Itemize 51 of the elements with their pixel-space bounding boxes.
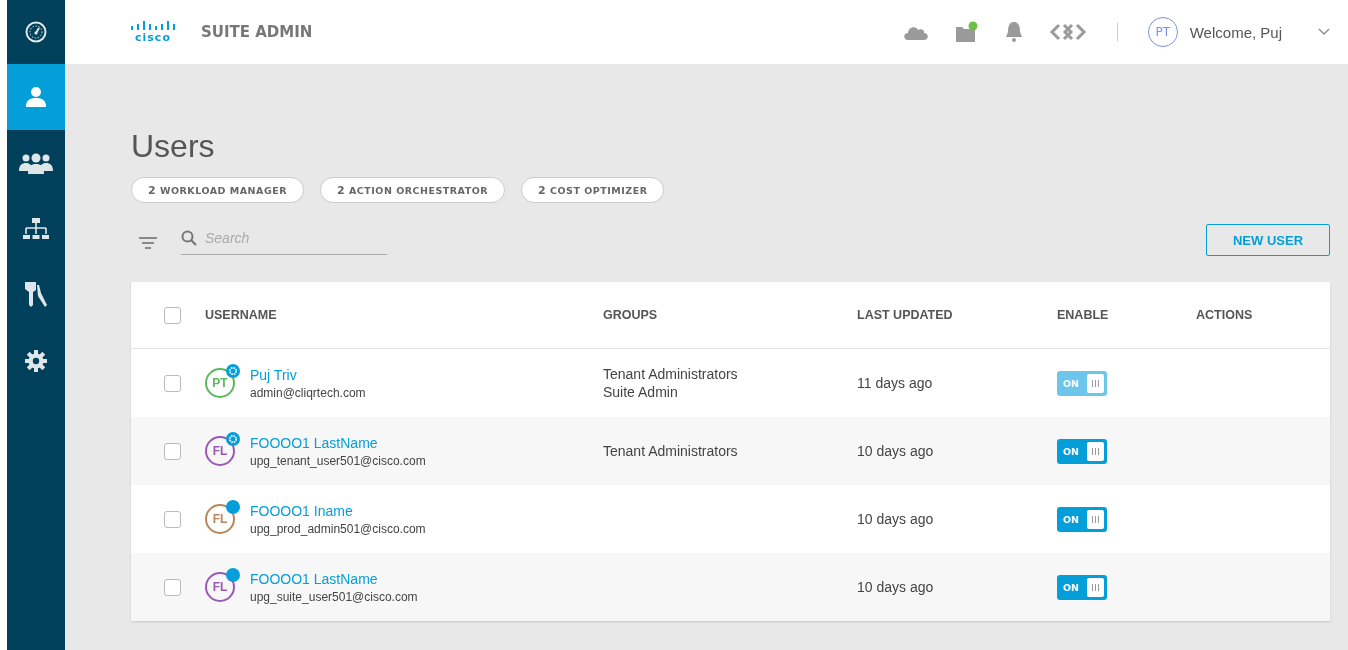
chevron-down-icon[interactable] <box>1318 28 1330 36</box>
user-name-link[interactable]: FOOOO1 LastName <box>250 434 426 451</box>
user-email: upg_tenant_user501@cisco.com <box>250 453 426 468</box>
search-field[interactable]: Search <box>205 229 375 246</box>
column-header: LAST UPDATED <box>857 308 954 322</box>
row-checkbox[interactable] <box>164 442 181 460</box>
cisco-logo: cisco <box>131 21 175 43</box>
gauge-icon <box>25 21 47 43</box>
user-email: upg_suite_user501@cisco.com <box>250 589 418 604</box>
group-name: Tenant Administrators <box>603 366 739 382</box>
user-name-link[interactable]: FOOOO1 LastName <box>250 570 418 587</box>
last-updated: 10 days ago <box>857 511 934 527</box>
row-checkbox[interactable] <box>164 374 181 392</box>
filter-chip[interactable]: 2 ACTION ORCHESTRATOR <box>320 177 506 203</box>
filter-chip[interactable]: 2 WORKLOAD MANAGER <box>131 177 304 203</box>
new-user-button[interactable]: NEW USER <box>1206 224 1330 256</box>
filter-chip[interactable]: 2 COST OPTIMIZER <box>521 177 665 203</box>
row-checkbox[interactable] <box>164 578 181 596</box>
cloud-icon[interactable] <box>902 24 929 40</box>
status-dot-icon <box>226 500 240 514</box>
welcome-text: Welcome, Puj <box>1189 23 1282 41</box>
app-title: SUITE ADMIN <box>201 23 313 41</box>
bell-icon[interactable] <box>1004 21 1023 43</box>
last-updated: 11 days ago <box>857 375 933 391</box>
user-icon <box>24 85 48 109</box>
row-checkbox[interactable] <box>164 510 181 528</box>
column-header: USERNAME <box>205 308 278 322</box>
column-header: GROUPS <box>603 308 659 322</box>
status-dot-icon <box>226 568 240 582</box>
filter-icon[interactable] <box>139 236 157 250</box>
gear-badge-icon <box>226 364 240 378</box>
user-name-link[interactable]: FOOOO1 Iname <box>250 502 426 519</box>
last-updated: 10 days ago <box>857 579 934 595</box>
gear-badge-icon <box>226 432 240 446</box>
search-icon <box>181 229 197 246</box>
folder-icon[interactable] <box>954 21 979 43</box>
enable-toggle[interactable]: ON <box>1057 506 1107 532</box>
user-name-link[interactable]: Puj Triv <box>250 366 366 383</box>
group-name: Suite Admin <box>603 384 679 400</box>
user-email: upg_prod_admin501@cisco.com <box>250 521 426 536</box>
enable-toggle[interactable]: ON <box>1057 438 1107 464</box>
last-updated: 10 days ago <box>857 443 934 459</box>
enable-toggle[interactable]: ON <box>1057 574 1107 600</box>
select-all-checkbox[interactable] <box>164 306 181 324</box>
user-email: admin@cliqrtech.com <box>250 385 366 400</box>
people-icon <box>19 152 53 174</box>
hierarchy-icon <box>23 217 49 241</box>
column-header: ACTIONS <box>1196 308 1254 322</box>
page-title: Users <box>131 128 216 164</box>
group-name: Tenant Administrators <box>603 443 739 459</box>
column-header: ENABLE <box>1057 308 1110 322</box>
